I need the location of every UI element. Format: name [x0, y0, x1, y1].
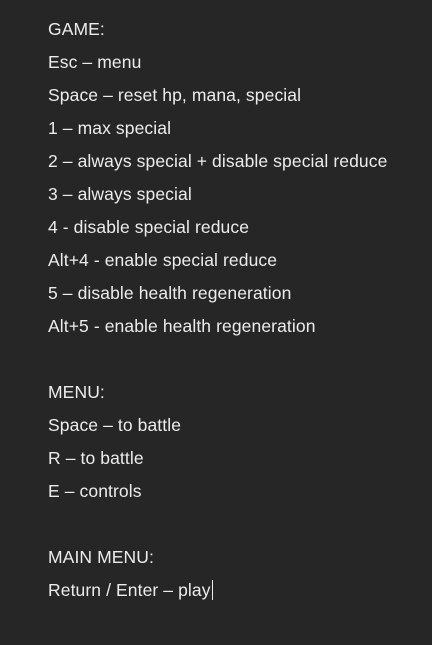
menu-line-r: R – to battle: [48, 448, 144, 468]
document-body[interactable]: GAME: Esc – menu Space – reset hp, mana,…: [48, 16, 432, 610]
game-line-3: 3 – always special: [48, 184, 192, 204]
menu-line-e: E – controls: [48, 481, 142, 501]
game-line-4: 4 - disable special reduce: [48, 217, 250, 237]
game-line-esc: Esc – menu: [48, 52, 142, 72]
game-line-alt4: Alt+4 - enable special reduce: [48, 250, 278, 270]
menu-line-space: Space – to battle: [48, 415, 182, 435]
text-caret: [211, 580, 213, 600]
game-line-1: 1 – max special: [48, 118, 172, 138]
section-heading-main-menu: MAIN MENU:: [48, 547, 154, 567]
game-line-2: 2 – always special + disable special red…: [48, 151, 388, 171]
main-menu-line-return-text: Return / Enter – play: [48, 580, 211, 600]
game-line-alt5: Alt+5 - enable health regeneration: [48, 316, 316, 336]
game-line-space: Space – reset hp, mana, special: [48, 85, 302, 105]
game-line-5: 5 – disable health regeneration: [48, 283, 292, 303]
section-heading-game: GAME:: [48, 19, 105, 39]
section-heading-menu: MENU:: [48, 382, 105, 402]
main-menu-line-return[interactable]: Return / Enter – play: [48, 577, 432, 610]
